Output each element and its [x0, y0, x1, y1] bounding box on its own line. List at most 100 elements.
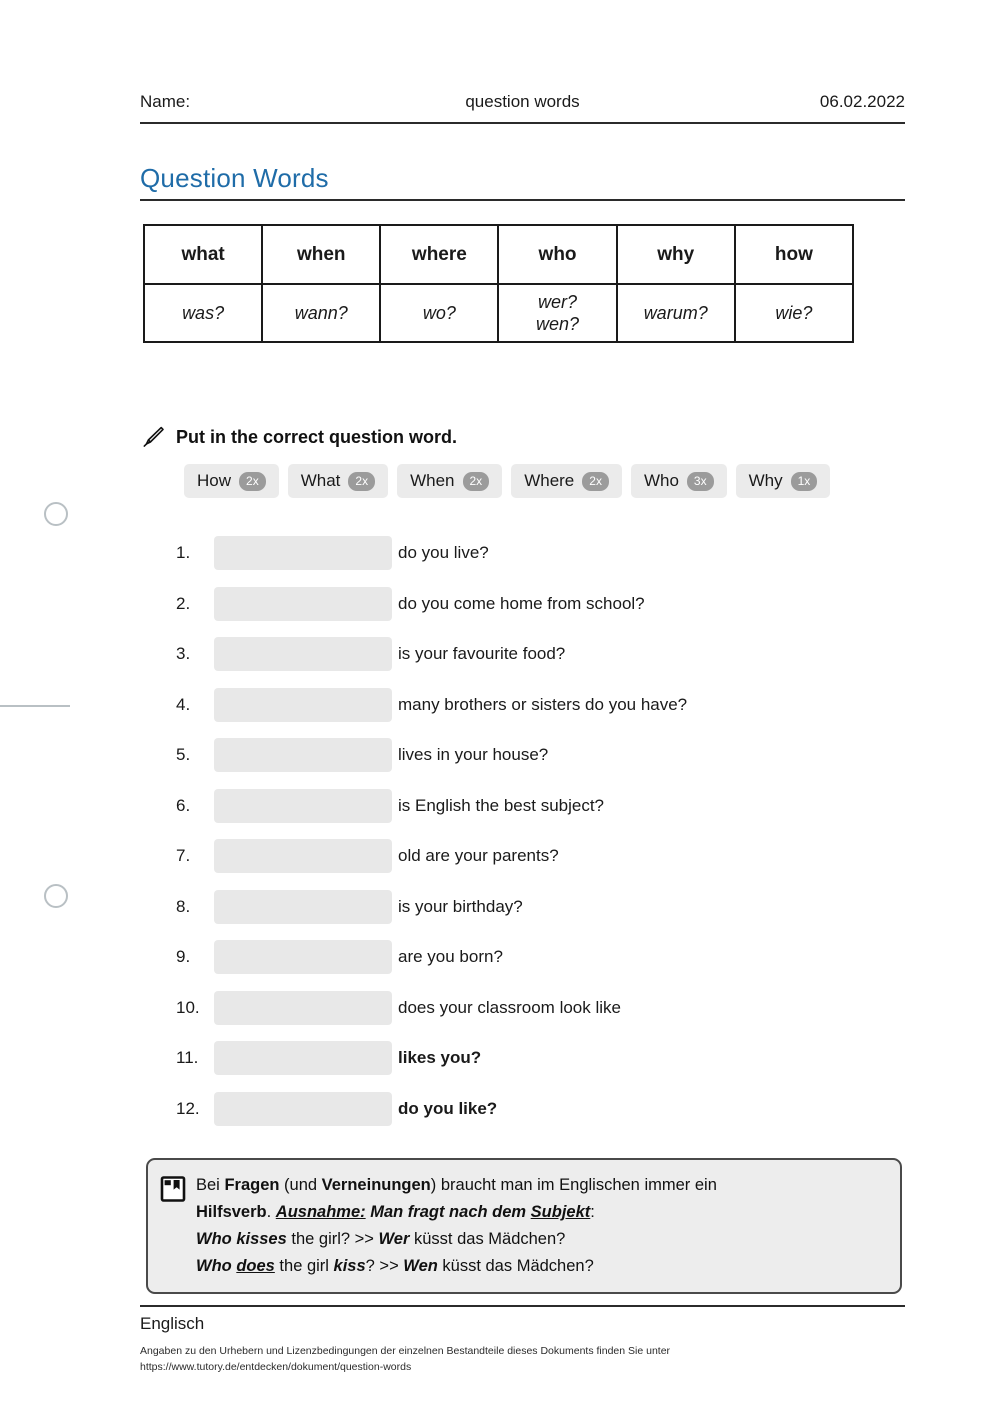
answer-blank-11[interactable] — [214, 1041, 392, 1076]
info-text-segment: the girl — [274, 1256, 334, 1275]
table-cell-when-de: wann? — [261, 283, 382, 343]
exercise-row-12: 12. do you like? — [176, 1084, 936, 1135]
answer-blank-4[interactable] — [214, 687, 392, 722]
exercise-number: 6. — [176, 795, 191, 815]
exercise-row-6: 6. is English the best subject? — [176, 781, 936, 832]
info-text-segment: ? >> — [365, 1256, 404, 1275]
exercise-text: old are your parents? — [398, 846, 559, 866]
table-cell-who-de-line2: wen? — [536, 314, 580, 334]
exercise-row-5: 5. lives in your house? — [176, 730, 936, 781]
answer-blank-10[interactable] — [214, 990, 392, 1025]
info-text-segment: küsst das Mädchen? — [437, 1256, 594, 1275]
info-text-segment: the girl? >> — [286, 1229, 379, 1248]
info-text-segment: ) braucht man im Englischen immer ein — [430, 1176, 717, 1194]
table-cell-who-de-line1: wer? — [538, 291, 578, 312]
worksheet-page: Name: question words 06.02.2022 Question… — [0, 0, 1000, 1416]
exercise-row-9: 9. are you born? — [176, 932, 936, 983]
table-cell-who-de: wer? wen? — [497, 283, 618, 343]
footer-divider — [140, 1305, 905, 1307]
answer-blank-1[interactable] — [214, 536, 392, 571]
info-text-segment: . — [266, 1202, 276, 1221]
exercise-number: 4. — [176, 694, 191, 714]
chip-label: When — [410, 471, 455, 490]
exercise-row-10: 10. does your classroom look like — [176, 983, 936, 1034]
table-cell-how-en: how — [733, 224, 855, 285]
exercise-row-8: 8. is your birthday? — [176, 882, 936, 933]
info-text-segment: Bei — [196, 1176, 225, 1194]
word-bank-chip-what[interactable]: What 2x — [287, 464, 389, 498]
exercise-text: are you born? — [398, 947, 503, 967]
info-box: Bei Fragen (und Verneinungen) braucht ma… — [146, 1158, 902, 1294]
exercise-row-4: 4. many brothers or sisters do you have? — [176, 680, 936, 731]
book-icon — [160, 1172, 186, 1280]
info-text-segment-bold: Verneinungen — [321, 1176, 431, 1194]
answer-blank-5[interactable] — [214, 738, 392, 773]
info-text-segment-underline: Ausnahme: — [275, 1202, 366, 1221]
chip-count-badge: 2x — [462, 471, 490, 491]
exercise-row-2: 2. do you come home from school? — [176, 579, 936, 630]
info-text-segment: küsst das Mädchen? — [409, 1229, 566, 1248]
exercise-text: do you come home from school? — [398, 593, 645, 613]
margin-circle-marker-top[interactable] — [44, 502, 68, 526]
footer-credits: Angaben zu den Urhebern und Lizenzbeding… — [140, 1343, 670, 1376]
table-cell-why-en: why — [615, 224, 736, 285]
info-box-line-3: Who kisses the girl? >> Wer küsst das Mä… — [196, 1226, 717, 1253]
footer-credits-line2[interactable]: https://www.tutory.de/entdecken/dokument… — [140, 1359, 670, 1375]
exercise-number: 9. — [176, 947, 191, 967]
word-bank-chip-why[interactable]: Why 1x — [735, 464, 831, 498]
chip-count-badge: 3x — [686, 471, 714, 491]
footer-subject: Englisch — [140, 1314, 205, 1333]
exercise-row-7: 7. old are your parents? — [176, 831, 936, 882]
exercise-number: 8. — [176, 896, 191, 916]
answer-blank-3[interactable] — [214, 637, 392, 672]
info-text-segment-italic: Man fragt nach dem — [365, 1202, 531, 1221]
instruction-text: Put in the correct question word. — [176, 426, 458, 447]
answer-blank-9[interactable] — [214, 940, 392, 975]
table-cell-when-en: when — [261, 224, 382, 285]
word-bank-chip-how[interactable]: How 2x — [184, 464, 279, 498]
chip-count-badge: 2x — [239, 471, 266, 491]
worksheet-header: Name: question words 06.02.2022 — [140, 92, 905, 112]
info-box-line-2: Hilfsverb. Ausnahme: Man fragt nach dem … — [196, 1199, 717, 1226]
chip-label: How — [197, 471, 232, 490]
table-cell-how-de: wie? — [733, 283, 855, 343]
chip-label: What — [300, 471, 341, 490]
exercise-number: 10. — [176, 997, 200, 1017]
exercise-number: 3. — [176, 644, 191, 664]
document-date: 06.02.2022 — [819, 92, 905, 111]
info-text-segment-underline: Subjekt — [530, 1202, 591, 1221]
table-cell-what-en: what — [142, 224, 264, 285]
table-cell-what-de: was? — [142, 283, 264, 343]
pencil-icon — [140, 424, 166, 450]
answer-blank-8[interactable] — [214, 889, 392, 924]
exercise-row-11: 11. likes you? — [176, 1033, 936, 1084]
answer-blank-7[interactable] — [214, 839, 392, 874]
info-text-segment: (und — [279, 1176, 322, 1194]
exercise-text: likes you? — [398, 1048, 482, 1068]
exercise-text: do you live? — [398, 543, 489, 563]
exercise-number: 11. — [176, 1048, 199, 1068]
word-bank-chip-where[interactable]: Where 2x — [511, 464, 622, 498]
title-divider — [140, 199, 905, 201]
page-title: Question Words — [140, 163, 329, 193]
answer-blank-2[interactable] — [214, 586, 392, 621]
question-words-table: what when where who why how was? wann? w… — [142, 224, 855, 343]
margin-circle-marker-bottom[interactable] — [44, 884, 68, 908]
info-text-segment-italic: Wen — [403, 1256, 438, 1275]
exercise-text: lives in your house? — [398, 745, 549, 765]
exercise-text: is your favourite food? — [398, 644, 566, 664]
word-bank-chip-who[interactable]: Who 3x — [630, 464, 727, 498]
table-row-english: what when where who why how — [142, 224, 855, 285]
chip-count-badge: 2x — [348, 471, 376, 491]
chip-label: Why — [748, 471, 783, 490]
info-text-segment-italic: kiss — [333, 1256, 366, 1275]
chip-count-badge: 1x — [790, 471, 818, 491]
document-title: question words — [465, 92, 580, 111]
word-bank-chip-when[interactable]: When 2x — [397, 464, 503, 498]
chip-count-badge: 2x — [582, 471, 609, 491]
exercise-number: 7. — [176, 846, 191, 866]
word-bank: How 2x What 2x When 2x Where 2x Who 3x W… — [184, 464, 831, 498]
answer-blank-12[interactable] — [214, 1091, 392, 1126]
answer-blank-6[interactable] — [214, 788, 392, 823]
info-box-text: Bei Fragen (und Verneinungen) braucht ma… — [196, 1172, 717, 1280]
